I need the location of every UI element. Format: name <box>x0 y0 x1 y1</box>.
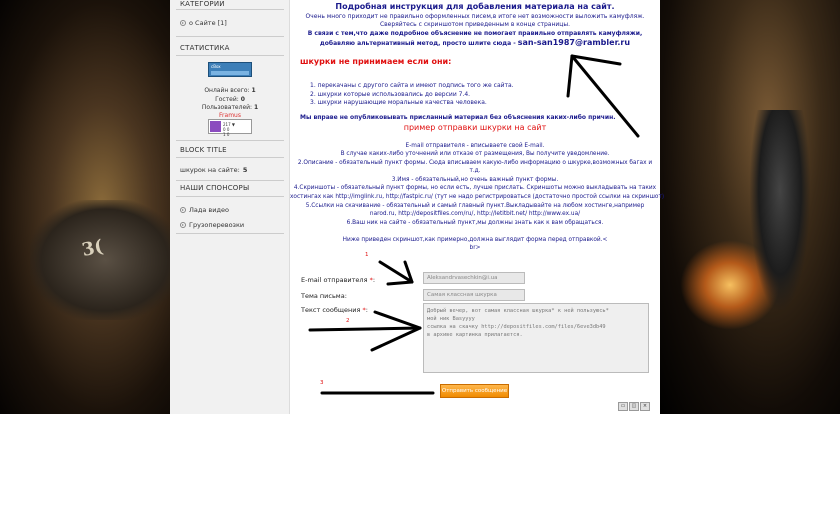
alt-method-line-2: добавляю альтернативный метод, просто шл… <box>319 38 631 47</box>
send-message-button[interactable]: Отправить сообщение <box>440 384 509 398</box>
main-content: Подробная инструкция для добавления мате… <box>290 0 665 414</box>
background-right-art <box>660 0 840 414</box>
reject-item-2: 2. шкурки которые использовались до верс… <box>310 91 471 98</box>
reject-item-3: 3. шкурки нарушающие моральные качества … <box>310 99 487 106</box>
intro-line-2: Сверяйтесь с скриншотом приведенным в ко… <box>379 21 571 28</box>
stats-widget-label: cBox <box>211 64 221 69</box>
circle-arrow-icon <box>180 207 186 213</box>
users-count: Пользователей: 1 <box>201 104 259 111</box>
sponsor-label: Грузоперевозки <box>189 221 245 229</box>
stats-counter-widget[interactable]: cBox <box>208 62 252 77</box>
rule-line: 2.Описание - обязательный пункт формы. С… <box>297 160 653 166</box>
screenshot-note: Ниже приведен скриншот,как примерно,долж… <box>342 237 608 243</box>
category-item-label: о Сайте [1] <box>189 19 227 27</box>
category-item-about[interactable]: о Сайте [1] <box>180 19 227 27</box>
counter-text: 217 ▼ 0 0 1 0 <box>223 122 235 137</box>
rule-line: 5.Ссылки на скачивание - обязательный и … <box>305 203 645 209</box>
skins-count: шкурок на сайте: 5 <box>180 166 248 174</box>
sponsor-link-1[interactable]: Лада видео <box>180 206 229 214</box>
print-icon[interactable]: ▭ <box>618 402 628 411</box>
counter-badge[interactable]: 217 ▼ 0 0 1 0 <box>208 119 252 137</box>
divider <box>176 36 284 37</box>
share-icon[interactable]: ◫ <box>629 402 639 411</box>
divider <box>176 233 284 234</box>
divider <box>176 180 284 181</box>
rule-line: т.д. <box>469 168 481 174</box>
stats-title: СТАТИСТИКА <box>180 44 230 52</box>
sponsors-title: НАШИ СПОНСОРЫ <box>180 184 250 192</box>
divider <box>176 140 284 141</box>
bottom-tools: ▭ ◫ × <box>618 402 650 411</box>
screenshot: 3( КАТЕГОРИИ о Сайте [1] СТАТИСТИКА cBox… <box>0 0 840 414</box>
marker-1: 1 <box>365 252 369 258</box>
subject-label: Тема письма: <box>301 292 347 300</box>
sidebar: КАТЕГОРИИ о Сайте [1] СТАТИСТИКА cBox Он… <box>170 0 290 414</box>
divider <box>176 157 284 158</box>
categories-title: КАТЕГОРИИ <box>180 0 225 8</box>
divider <box>176 9 284 10</box>
background-left-art: 3( <box>0 0 180 414</box>
screenshot-note-2: br> <box>469 245 481 251</box>
tank-number: 3( <box>80 236 105 261</box>
rule-line: narod.ru, http://depositfiles.com/ru/, h… <box>369 211 581 217</box>
divider <box>176 55 284 56</box>
subject-field[interactable] <box>423 289 525 301</box>
message-label: Текст сообщения *: <box>301 306 368 314</box>
rule-line: хостингах как http://imglink.ru, http://… <box>290 194 665 200</box>
marker-3: 3 <box>320 380 324 386</box>
message-textarea[interactable]: Добрый вечер, вот самая классная шкурка*… <box>423 303 649 373</box>
rule-line: E-mail отправителя - вписываете свой E-m… <box>405 143 545 149</box>
tank-illustration <box>30 200 180 320</box>
marker-2: 2 <box>346 318 350 324</box>
rule-line: В случае каких-либо уточнений или отказе… <box>340 151 610 157</box>
intro-line-1: Очень много приходит не правильно оформл… <box>305 13 645 20</box>
block-title: BLOCK TITLE <box>180 146 227 154</box>
stats-widget-bar <box>211 71 249 75</box>
rule-line: 6.Ваш ник на сайте - обязательный пункт,… <box>346 220 604 226</box>
circle-arrow-icon <box>180 20 186 26</box>
online-total: Онлайн всего: 1 <box>204 87 256 94</box>
rights-note: Мы вправе не опубликовывать присланный м… <box>300 114 616 121</box>
contact-email[interactable]: san-san1987@rambler.ru <box>518 38 630 47</box>
reject-item-1: 1. перекачаны с другого сайта и имеют по… <box>310 82 514 89</box>
rule-line: 3.Имя - обязательный,но очень важный пун… <box>391 177 559 183</box>
close-icon[interactable]: × <box>640 402 650 411</box>
online-user-link[interactable]: Framus <box>170 112 290 119</box>
counter-logo-icon <box>210 121 221 132</box>
reject-title: шкурки не принимаем если они: <box>300 57 452 66</box>
email-field[interactable] <box>423 272 525 284</box>
soldier-illustration <box>750 110 810 310</box>
circle-arrow-icon <box>180 222 186 228</box>
guests-count: Гостей: 0 <box>215 96 245 103</box>
divider <box>176 196 284 197</box>
rule-line: 4.Скриншоты - обязательный пункт формы, … <box>293 185 657 191</box>
alt-method-line-1: В связи с тем,что даже подробное объясне… <box>307 30 643 37</box>
example-title: пример отправки шкурки на сайт <box>403 123 547 132</box>
page-title: Подробная инструкция для добавления мате… <box>335 2 615 11</box>
email-label: E-mail отправителя *: <box>301 276 376 284</box>
sponsor-label: Лада видео <box>189 206 229 214</box>
sponsor-link-2[interactable]: Грузоперевозки <box>180 221 244 229</box>
